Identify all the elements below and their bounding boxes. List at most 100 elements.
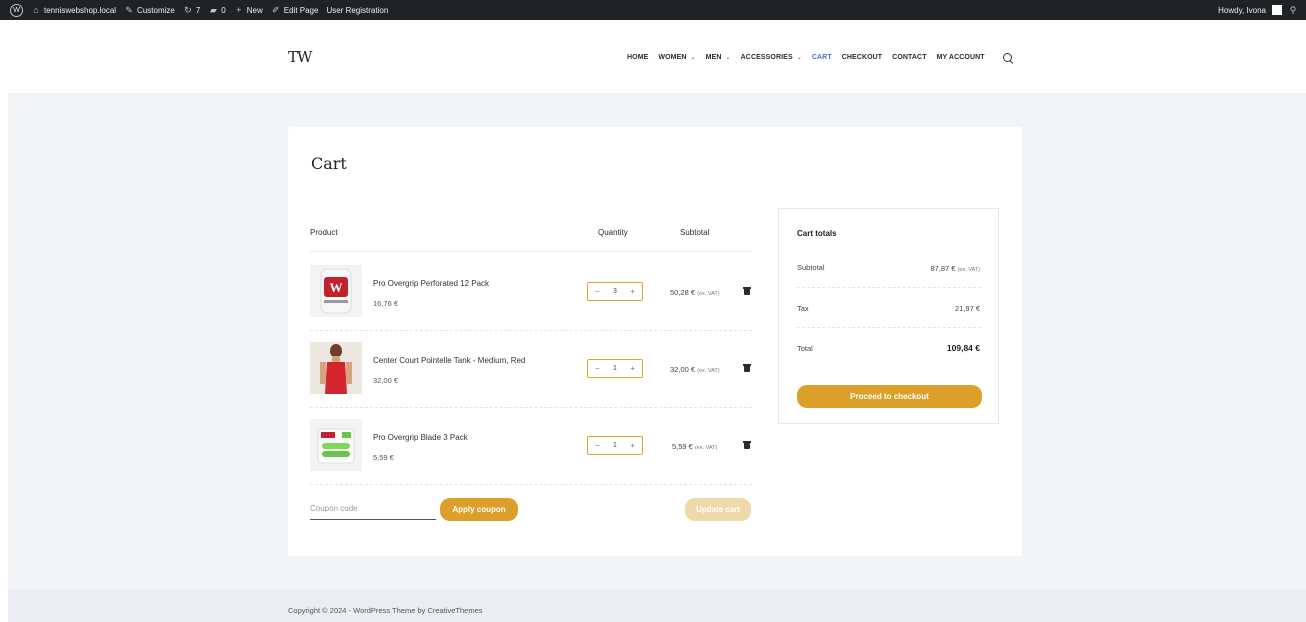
admin-bar-customize-label: Customize bbox=[137, 5, 175, 15]
nav-label: MY ACCOUNT bbox=[936, 54, 985, 61]
nav-item-contact[interactable]: CONTACT bbox=[892, 54, 926, 61]
nav-label: CONTACT bbox=[892, 54, 927, 61]
product-price: 32,00 € bbox=[373, 376, 399, 385]
product-thumbnail[interactable] bbox=[310, 342, 362, 394]
quantity-value[interactable]: 1 bbox=[613, 442, 617, 449]
totals-subtotal-value: 87,87 € (ex. VAT) bbox=[930, 264, 980, 273]
nav-label: WOMEN bbox=[658, 54, 687, 61]
row-divider bbox=[310, 330, 752, 331]
column-header-subtotal: Subtotal bbox=[680, 228, 710, 237]
admin-bar-new-label: New bbox=[246, 5, 263, 15]
table-header-divider bbox=[310, 251, 752, 252]
main-navigation: HOME WOMEN ⌄ MEN ⌄ ACCESSORIES ⌄ CART CHECK… bbox=[627, 53, 1012, 62]
avatar[interactable] bbox=[1272, 5, 1282, 15]
quantity-increment-button[interactable]: + bbox=[630, 441, 635, 450]
nav-item-my-account[interactable]: MY ACCOUNT bbox=[937, 54, 985, 61]
admin-bar-comments-count: 0 bbox=[221, 5, 226, 15]
quantity-stepper[interactable]: − 1 + bbox=[587, 436, 643, 455]
remove-item-trash-icon[interactable] bbox=[743, 364, 751, 372]
product-name-link[interactable]: Pro Overgrip Perforated 12 Pack bbox=[373, 279, 489, 288]
cart-totals-panel: Cart totals Subtotal 87,87 € (ex. VAT) T… bbox=[778, 208, 999, 424]
wordpress-logo-icon[interactable]: W bbox=[10, 3, 23, 17]
quantity-decrement-button[interactable]: − bbox=[595, 287, 600, 296]
totals-tax-value: 21,97 € bbox=[954, 304, 980, 313]
overgrip-blade-3-pack-image bbox=[310, 419, 362, 471]
cart-card: Cart Product Quantity Subtotal W Pro Ove… bbox=[288, 127, 1022, 556]
quantity-stepper[interactable]: − 1 + bbox=[587, 359, 643, 378]
totals-divider bbox=[797, 287, 981, 288]
column-header-quantity: Quantity bbox=[598, 228, 628, 237]
product-price: 16,76 € bbox=[373, 299, 399, 308]
nav-item-women[interactable]: WOMEN ⌄ bbox=[658, 54, 695, 61]
totals-subtotal-amount: 87,87 € bbox=[930, 264, 956, 273]
site-footer: Copyright © 2024 - WordPress Theme by Cr… bbox=[8, 590, 1306, 622]
nav-item-men[interactable]: MEN ⌄ bbox=[706, 54, 731, 61]
vat-note: (ex. VAT) bbox=[957, 267, 980, 273]
totals-total-label: Total bbox=[797, 344, 813, 353]
vat-note: (ex. VAT) bbox=[697, 291, 720, 297]
chevron-down-icon: ⌄ bbox=[725, 55, 731, 61]
quantity-stepper[interactable]: − 3 + bbox=[587, 282, 643, 301]
admin-bar-user-registration[interactable]: User Registration bbox=[326, 6, 388, 15]
nav-label: CART bbox=[811, 54, 832, 61]
product-name-link[interactable]: Center Court Pointelle Tank - Medium, Re… bbox=[373, 356, 525, 365]
nav-label: CHECKOUT bbox=[841, 54, 883, 61]
line-subtotal: 32,00 € (ex. VAT) bbox=[670, 365, 720, 374]
proceed-to-checkout-button[interactable]: Proceed to checkout bbox=[797, 385, 982, 408]
product-price: 5,59 € bbox=[373, 453, 394, 462]
product-thumbnail[interactable]: W bbox=[310, 265, 362, 317]
page-title: Cart bbox=[311, 154, 347, 173]
nav-label: HOME bbox=[627, 54, 649, 61]
quantity-decrement-button[interactable]: − bbox=[595, 364, 600, 373]
nav-item-home[interactable]: HOME bbox=[627, 54, 648, 61]
nav-item-checkout[interactable]: CHECKOUT bbox=[842, 54, 882, 61]
admin-bar-updates[interactable]: ↻ 7 bbox=[183, 5, 200, 15]
overgrip-12-pack-image: W bbox=[310, 265, 362, 317]
admin-bar-comments[interactable]: ▰ 0 bbox=[208, 5, 226, 15]
admin-bar-site-label: tenniswebshop.local bbox=[44, 5, 117, 15]
update-cart-button[interactable]: Update cart bbox=[685, 498, 751, 521]
row-divider bbox=[310, 407, 752, 408]
admin-bar-site[interactable]: ⌂ tenniswebshop.local bbox=[31, 5, 116, 15]
totals-total-value: 109,84 € bbox=[946, 343, 980, 353]
svg-text:W: W bbox=[330, 280, 343, 295]
home-icon: ⌂ bbox=[33, 5, 39, 15]
line-subtotal-value: 5,59 € bbox=[672, 442, 693, 451]
admin-bar-updates-count: 7 bbox=[195, 5, 201, 15]
admin-bar-new[interactable]: + New bbox=[234, 5, 263, 15]
line-subtotal: 5,59 € (ex. VAT) bbox=[672, 442, 717, 451]
admin-bar-customize[interactable]: ✎ Customize bbox=[124, 5, 175, 15]
nav-item-accessories[interactable]: ACCESSORIES ⌄ bbox=[741, 54, 802, 61]
quantity-decrement-button[interactable]: − bbox=[595, 441, 600, 450]
quantity-increment-button[interactable]: + bbox=[630, 364, 635, 373]
admin-bar-edit-page-label: Edit Page bbox=[283, 5, 319, 15]
chevron-down-icon: ⌄ bbox=[690, 55, 696, 61]
site-logo[interactable]: TW bbox=[288, 48, 312, 66]
product-thumbnail[interactable] bbox=[310, 419, 362, 471]
search-icon[interactable]: ⚲ bbox=[1288, 5, 1298, 15]
coupon-code-input[interactable] bbox=[310, 497, 436, 520]
totals-subtotal-label: Subtotal bbox=[797, 263, 825, 272]
plus-icon: + bbox=[236, 5, 242, 15]
remove-item-trash-icon[interactable] bbox=[743, 287, 751, 295]
vat-note: (ex. VAT) bbox=[697, 368, 720, 374]
admin-bar: W ⌂ tenniswebshop.local ✎ Customize ↻ 7 … bbox=[0, 0, 1306, 20]
main-content: Cart Product Quantity Subtotal W Pro Ove… bbox=[8, 93, 1306, 590]
admin-bar-howdy[interactable]: Howdy, Ivona bbox=[1218, 6, 1266, 15]
column-header-product: Product bbox=[310, 228, 338, 237]
quantity-value[interactable]: 1 bbox=[613, 365, 617, 372]
nav-item-cart[interactable]: CART bbox=[812, 54, 832, 61]
pencil-icon: ✐ bbox=[271, 5, 280, 15]
updates-icon: ↻ bbox=[184, 5, 192, 15]
remove-item-trash-icon[interactable] bbox=[743, 441, 751, 449]
chevron-down-icon: ⌄ bbox=[796, 55, 802, 61]
admin-bar-edit-page[interactable]: ✐ Edit Page bbox=[271, 5, 319, 15]
comment-icon: ▰ bbox=[209, 5, 217, 15]
search-icon[interactable] bbox=[1002, 53, 1012, 62]
quantity-increment-button[interactable]: + bbox=[630, 287, 635, 296]
product-name-link[interactable]: Pro Overgrip Blade 3 Pack bbox=[373, 433, 468, 442]
apply-coupon-button[interactable]: Apply coupon bbox=[440, 498, 518, 521]
quantity-value[interactable]: 3 bbox=[613, 288, 617, 295]
vat-note: (ex. VAT) bbox=[694, 445, 718, 451]
site-header: TW HOME WOMEN ⌄ MEN ⌄ ACCESSORIES ⌄ CART CH… bbox=[8, 20, 1306, 93]
